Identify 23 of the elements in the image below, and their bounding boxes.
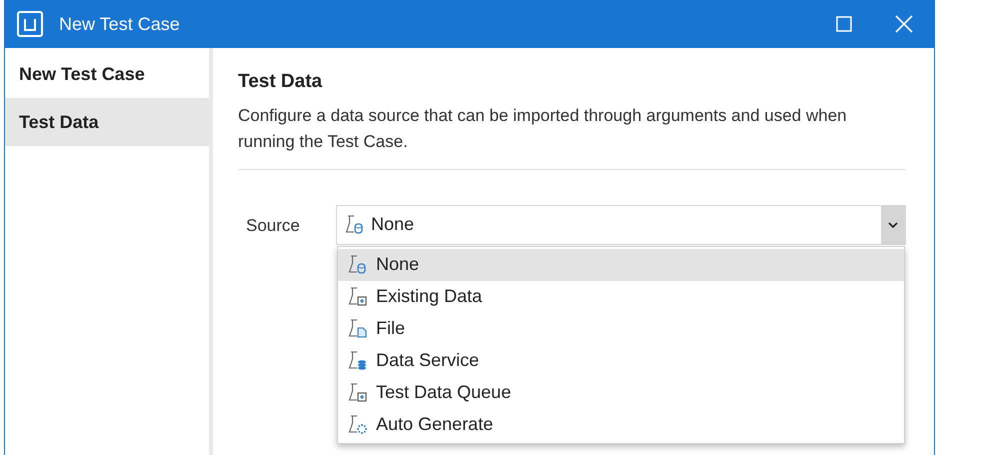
close-icon [895,15,913,33]
flask-icon [348,414,368,434]
flask-icon [348,254,368,274]
flask-icon [348,350,368,370]
dropdown-option[interactable]: File [338,312,904,344]
source-dropdown[interactable]: None [336,204,906,244]
dropdown-value: None [371,213,416,236]
window-title: New Test Case [59,12,180,36]
section-description: Configure a data source that can be imported through arguments and used when running the Test Case. [238,104,848,152]
flask-icon [348,318,368,338]
flask-icon [348,382,368,402]
flask-icon [345,214,365,234]
dropdown-option[interactable]: Auto Generate [338,408,904,440]
sidebar-item[interactable]: Test Data [5,98,209,146]
source-label: Source [246,214,301,236]
dropdown-option[interactable]: None [338,248,904,280]
dropdown-option[interactable]: Data Service [338,344,904,376]
app-logo-icon [17,11,43,37]
section-title: Test Data [238,70,324,94]
flask-icon [348,286,368,306]
dropdown-option[interactable]: Test Data Queue [338,376,904,408]
maximize-icon [836,16,852,32]
dropdown-option[interactable]: Existing Data [338,280,904,312]
